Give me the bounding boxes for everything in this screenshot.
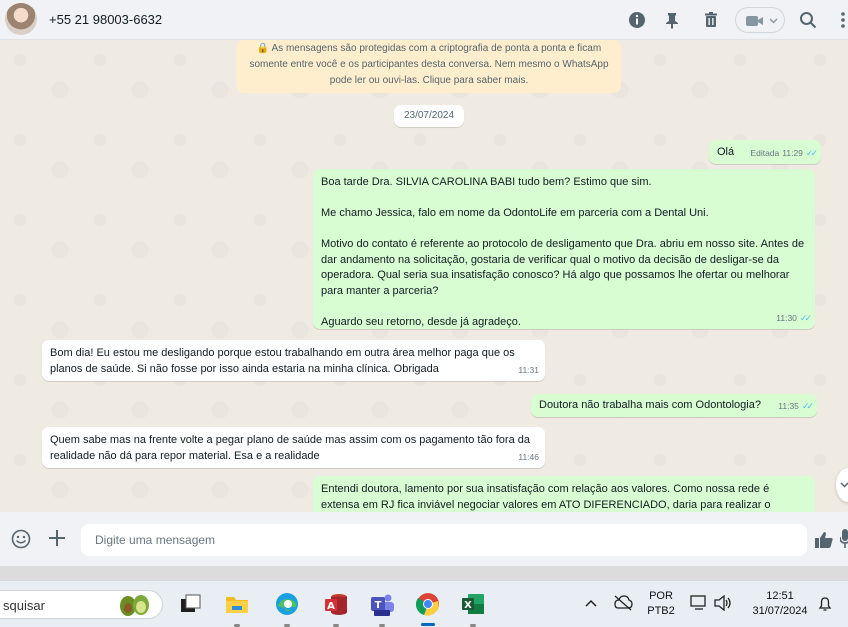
scroll-down-button[interactable]	[836, 468, 848, 502]
notification-bell-icon[interactable]	[818, 596, 832, 612]
message-text: Quem sabe mas na frente volte a pegar pl…	[50, 434, 534, 462]
window-bottom-edge	[0, 566, 848, 580]
read-ticks-icon: ✓✓	[799, 312, 812, 323]
active-app-indicator	[421, 623, 435, 626]
tray-chevron-up-icon[interactable]	[585, 599, 597, 608]
edge-icon[interactable]	[273, 590, 301, 618]
svg-text:X: X	[464, 600, 472, 611]
clock-date: 31/07/2024	[752, 605, 808, 617]
mic-icon[interactable]	[840, 528, 848, 550]
message-incoming[interactable]: Quem sabe mas na frente volte a pegar pl…	[42, 427, 545, 468]
message-meta: 11:31	[518, 363, 539, 379]
svg-text:A: A	[327, 601, 335, 612]
message-meta: 11:30 ✓✓	[776, 311, 812, 327]
info-icon[interactable]	[627, 10, 647, 30]
edited-label: Editada	[750, 147, 780, 158]
folder-icon[interactable]	[223, 590, 251, 618]
message-time: 11:29	[782, 147, 803, 158]
more-icon[interactable]	[838, 10, 848, 30]
date-separator: 23/07/2024	[394, 105, 464, 127]
emoji-icon[interactable]	[11, 529, 31, 549]
chevron-down-icon	[840, 482, 848, 488]
message-time: 11:46	[518, 451, 539, 462]
video-call-icon	[746, 16, 763, 26]
read-ticks-icon: ✓✓	[801, 400, 814, 411]
message-outgoing[interactable]: Olá Editada 11:29 ✓✓	[709, 140, 821, 164]
contact-name[interactable]: +55 21 98003-6632	[49, 12, 162, 27]
taskbar-search-text: squisar	[3, 598, 45, 613]
message-meta: Editada 11:29 ✓✓	[750, 146, 818, 162]
message-text: Doutora não trabalha mais com Odontologi…	[539, 399, 761, 411]
pin-icon[interactable]	[662, 10, 682, 30]
speaker-icon[interactable]	[714, 595, 732, 611]
windows-taskbar: squisar A T X POR PTB2 12:51 31/07/2024	[0, 580, 848, 627]
access-icon[interactable]: A	[322, 590, 350, 618]
message-text: Bom dia! Eu estou me desligando porque e…	[50, 347, 518, 375]
read-ticks-icon: ✓✓	[805, 147, 818, 158]
message-meta: 11:35 ✓✓	[778, 399, 814, 415]
notice-line: 🔒 As mensagens são protegidas com a crip…	[256, 43, 602, 54]
message-time: 11:31	[518, 364, 539, 375]
chrome-icon[interactable]	[414, 590, 442, 618]
search-icon[interactable]	[798, 10, 818, 30]
notice-line: somente entre você e os participantes de…	[249, 59, 609, 70]
compose-bar: Digite uma mensagem	[0, 512, 848, 566]
network-icon[interactable]	[690, 595, 708, 611]
svg-text:T: T	[375, 600, 382, 611]
message-text: Entendi doutora, lamento por sua insatis…	[321, 483, 771, 511]
chat-area[interactable]: 🔒 As mensagens são protegidas com a crip…	[0, 40, 848, 512]
avatar[interactable]	[5, 3, 37, 35]
taskbar-search-box[interactable]: squisar	[0, 590, 163, 619]
message-outgoing[interactable]: Doutora não trabalha mais com Odontologi…	[531, 394, 817, 417]
chevron-down-icon	[769, 18, 778, 24]
language-code: POR	[649, 590, 673, 602]
clock[interactable]: 12:51 31/07/2024	[745, 589, 815, 619]
message-outgoing[interactable]: Boa tarde Dra. SILVIA CAROLINA BABI tudo…	[313, 169, 815, 329]
plus-icon[interactable]	[48, 529, 66, 547]
message-incoming[interactable]: Bom dia! Eu estou me desligando porque e…	[42, 340, 545, 381]
teams-icon[interactable]: T	[368, 590, 396, 618]
message-time: 11:30	[776, 312, 797, 323]
message-input-placeholder: Digite uma mensagem	[95, 533, 216, 547]
encryption-notice[interactable]: 🔒 As mensagens são protegidas com a crip…	[237, 40, 621, 93]
trash-icon[interactable]	[701, 10, 721, 30]
message-input[interactable]: Digite uma mensagem	[81, 524, 807, 556]
language-indicator[interactable]: POR PTB2	[644, 589, 678, 619]
cloud-offline-icon[interactable]	[613, 595, 633, 611]
clock-time: 12:51	[766, 590, 794, 602]
file-explorer-icon[interactable]	[177, 590, 205, 618]
chat-header: +55 21 98003-6632	[0, 0, 848, 40]
excel-icon[interactable]: X	[459, 590, 487, 618]
notice-line: pode ler ou ouvi-las. Clique para saber …	[329, 75, 529, 86]
message-text: Boa tarde Dra. SILVIA CAROLINA BABI tudo…	[321, 176, 805, 328]
message-time: 11:35	[778, 400, 799, 411]
avocado-widget-icon	[120, 595, 149, 616]
keyboard-layout: PTB2	[647, 605, 675, 617]
message-outgoing[interactable]: Entendi doutora, lamento por sua insatis…	[313, 476, 815, 512]
thumbs-up-icon[interactable]	[814, 530, 834, 550]
video-call-button[interactable]	[735, 7, 785, 33]
message-meta: 11:46	[518, 450, 539, 466]
